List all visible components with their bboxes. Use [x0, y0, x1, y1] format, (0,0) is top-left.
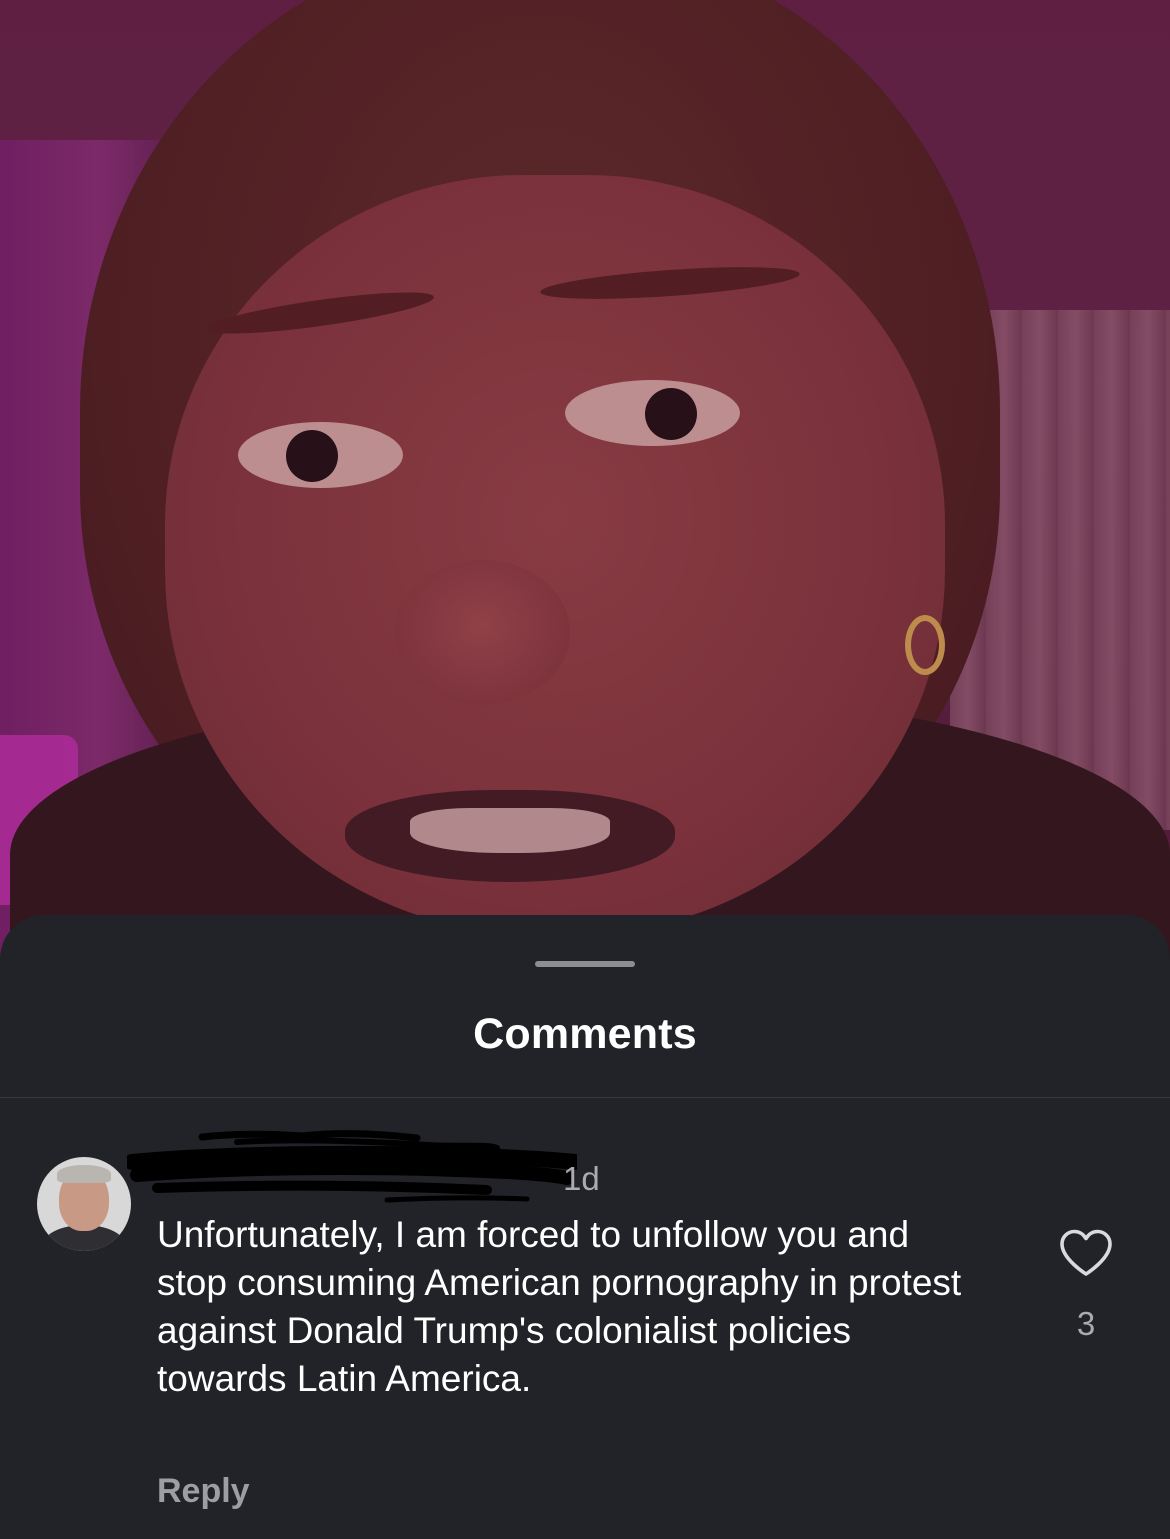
comment-item: 1d Unfortunately, I am forced to unfollo… — [0, 1130, 1170, 1530]
like-count: 3 — [1076, 1305, 1096, 1342]
comment-timestamp: 1d — [563, 1160, 600, 1197]
sheet-drag-handle[interactable] — [535, 961, 635, 967]
reply-button[interactable]: Reply — [157, 1472, 250, 1511]
commenter-avatar[interactable] — [37, 1157, 131, 1251]
video-player[interactable] — [0, 0, 1170, 1000]
username-redaction — [127, 1130, 577, 1203]
comment-text: Unfortunately, I am forced to unfollow y… — [157, 1214, 962, 1399]
like-button[interactable] — [1058, 1228, 1114, 1278]
comments-sheet: Comments 1d Unfortunately, I am forced t… — [0, 915, 1170, 1539]
heart-outline-icon — [1060, 1229, 1112, 1276]
sheet-title: Comments — [473, 1010, 697, 1058]
video-tint — [0, 0, 1170, 1000]
header-divider — [0, 1097, 1170, 1098]
